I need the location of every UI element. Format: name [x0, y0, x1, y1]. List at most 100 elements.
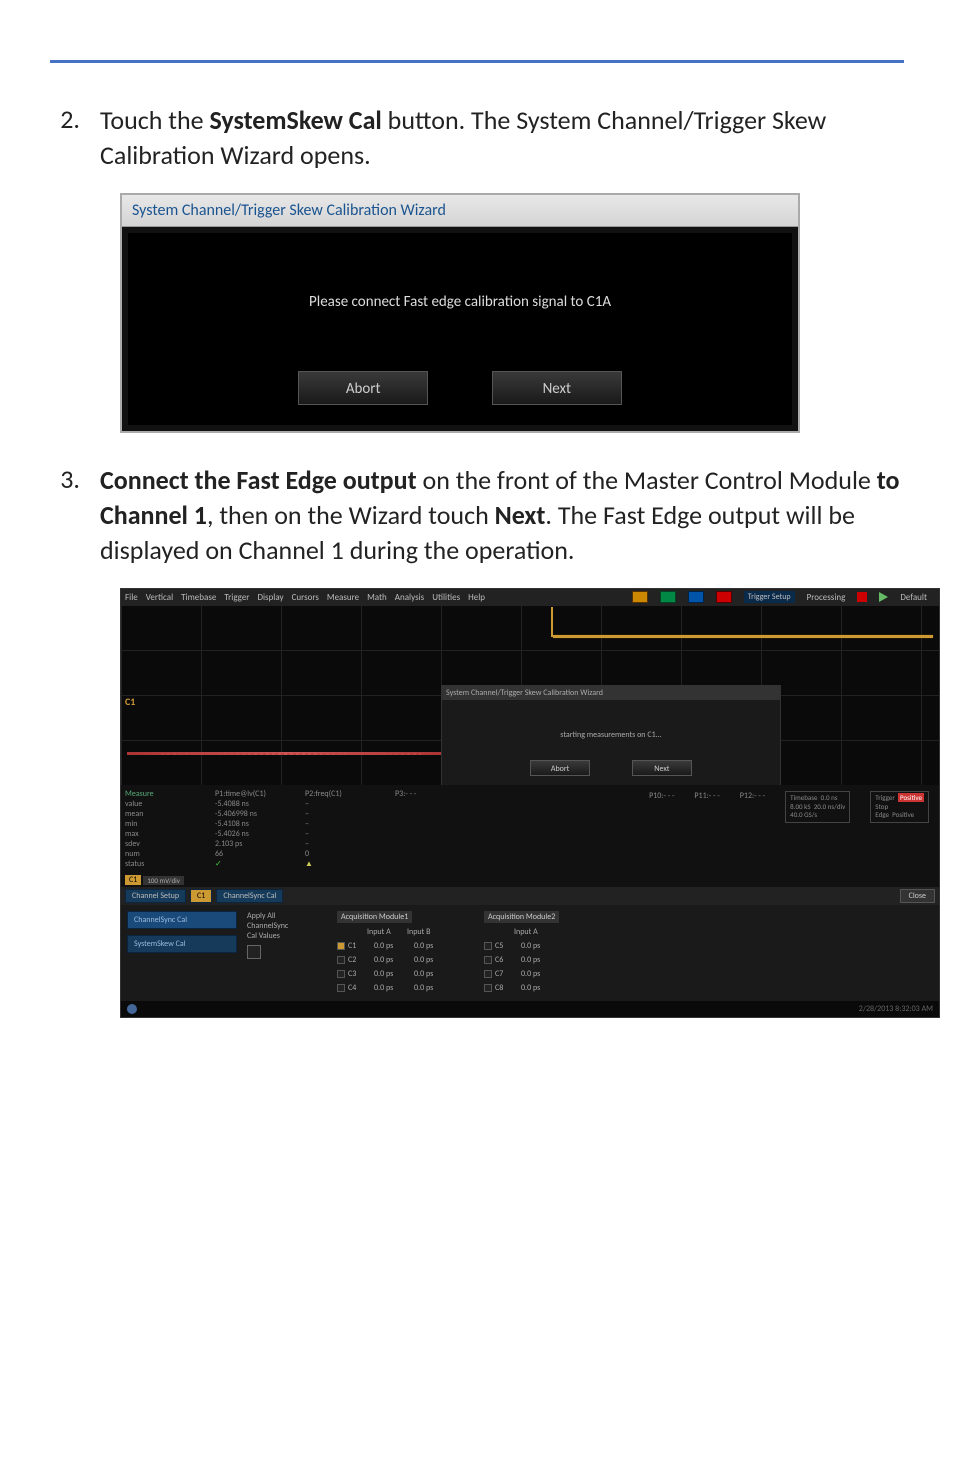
meas-row-max: max [125, 829, 215, 839]
oscilloscope-app: File Vertical Timebase Trigger Display C… [120, 588, 940, 1018]
tab-channel-setup[interactable]: Channel Setup [125, 889, 186, 903]
c6-checkbox[interactable] [484, 956, 492, 964]
menu-timebase[interactable]: Timebase [181, 592, 216, 603]
menu-math[interactable]: Math [367, 592, 387, 603]
measure-header: Measure [125, 789, 161, 799]
c7-checkbox[interactable] [484, 970, 492, 978]
meas-row-min: min [125, 819, 215, 829]
c3-label: C3 [348, 969, 374, 979]
meas-row-status: status [125, 859, 215, 869]
p1-min: -5.4108 ns [215, 819, 305, 829]
c4-valB: 0.0 ps [414, 983, 454, 993]
step-2-text: Touch the SystemSkew Cal button. The Sys… [100, 103, 904, 173]
default-label: Default [900, 592, 927, 603]
toolbar-ch-red-icon[interactable] [716, 591, 732, 603]
systemskew-cal-button[interactable]: SystemSkew Cal [127, 935, 237, 953]
p1-mean: -5.406998 ns [215, 809, 305, 819]
menu-cursors[interactable]: Cursors [292, 592, 319, 603]
abort-button[interactable]: Abort [298, 371, 428, 405]
trigger-edge: Edge [875, 810, 889, 819]
waveform-grid[interactable]: C1 System Channel/Trigger Skew Calibrati… [121, 605, 939, 785]
p1-status-icon: ✓ [215, 859, 305, 869]
c1-label: C1 [348, 941, 374, 951]
toolbar-ch-blue-icon[interactable] [688, 591, 704, 603]
c7-valA: 0.0 ps [521, 969, 561, 979]
close-button[interactable]: Close [900, 889, 935, 903]
step-3-number: 3. [50, 463, 100, 568]
p2-min: – [305, 819, 395, 829]
tab-c1[interactable]: C1 [190, 889, 212, 903]
next-button[interactable]: Next [492, 371, 622, 405]
acq-inputA-2: Input A [514, 927, 554, 937]
p12-header: P12:- - - [740, 791, 765, 801]
menu-measure[interactable]: Measure [327, 592, 359, 603]
menubar: File Vertical Timebase Trigger Display C… [121, 589, 939, 605]
play-icon[interactable] [879, 592, 888, 602]
apply-label-1: Apply All [247, 911, 327, 921]
menu-utilities[interactable]: Utilities [432, 592, 460, 603]
c3-checkbox[interactable] [337, 970, 345, 978]
c4-checkbox[interactable] [337, 984, 345, 992]
timebase-rate: 40.0 GS/s [790, 810, 817, 819]
acq-inputB-1: Input B [407, 927, 447, 937]
c1-checkbox[interactable] [337, 942, 345, 950]
toolbar-ch-yellow-icon[interactable] [632, 591, 648, 603]
stop-icon[interactable] [857, 592, 867, 602]
timebase-status[interactable]: Timebase 0.0 ns 8.00 kS 20.0 ns/div 40.0… [785, 791, 850, 822]
apply-all-checkbox[interactable] [247, 945, 261, 959]
c5-valA: 0.0 ps [521, 941, 561, 951]
c2-checkbox[interactable] [337, 956, 345, 964]
menu-file[interactable]: File [125, 592, 138, 603]
p3-header: P3:- - - [395, 789, 485, 799]
menu-analysis[interactable]: Analysis [395, 592, 424, 603]
c8-checkbox[interactable] [484, 984, 492, 992]
c5-checkbox[interactable] [484, 942, 492, 950]
step2-bold: SystemSkew Cal [209, 104, 381, 136]
c3-valA: 0.0 ps [374, 969, 414, 979]
waveform-trace-dash [161, 753, 421, 755]
p1-header: P1:time@lv(C1) [215, 789, 305, 799]
p10-header: P10:- - - [649, 791, 674, 801]
step3-mid2: , then on the Wizard touch [207, 499, 495, 531]
menu-help[interactable]: Help [468, 592, 485, 603]
step3-mid1: on the front of the Master Control Modul… [417, 464, 877, 496]
channel-c1-badge[interactable]: C1 [125, 875, 141, 885]
bottom-panel: ChannelSync Cal SystemSkew Cal Apply All… [121, 905, 939, 1001]
c6-label: C6 [495, 955, 521, 965]
menu-display[interactable]: Display [257, 592, 283, 603]
tab-channelsync-cal[interactable]: ChannelSync Cal [216, 889, 283, 903]
channelsync-cal-button[interactable]: ChannelSync Cal [127, 911, 237, 929]
meas-row-sdev: sdev [125, 839, 215, 849]
p2-status-icon: ▲ [305, 859, 395, 869]
c8-valA: 0.0 ps [521, 983, 561, 993]
p11-header: P11:- - - [694, 791, 719, 801]
p2-value: – [305, 799, 395, 809]
p1-value: -5.4088 ns [215, 799, 305, 809]
c1-valA: 0.0 ps [374, 941, 414, 951]
meas-row-mean: mean [125, 809, 215, 819]
toolbar-ch-green-icon[interactable] [660, 591, 676, 603]
waveform-trace-high [553, 635, 933, 638]
p2-mean: – [305, 809, 395, 819]
menu-vertical[interactable]: Vertical [146, 592, 173, 603]
apply-label-2: ChannelSync [247, 921, 327, 931]
trigger-status[interactable]: Trigger Positive Stop Edge Positive [870, 791, 929, 822]
c4-valA: 0.0 ps [374, 983, 414, 993]
inner-wizard-message: starting measurements on C1... [442, 730, 780, 740]
info-icon [127, 1004, 137, 1014]
measurement-strip: Measure value mean min max sdev num stat… [121, 785, 939, 873]
step2-prefix: Touch the [100, 104, 209, 136]
p2-max: – [305, 829, 395, 839]
p2-sdev: – [305, 839, 395, 849]
meas-row-num: num [125, 849, 215, 859]
step3-bold1: Connect the Fast Edge output [100, 464, 417, 496]
processing-label: Processing [807, 592, 846, 603]
menu-trigger[interactable]: Trigger [224, 592, 249, 603]
inner-next-button[interactable]: Next [632, 760, 692, 776]
wizard-title: System Channel/Trigger Skew Calibration … [122, 195, 798, 227]
inner-abort-button[interactable]: Abort [530, 760, 590, 776]
c2-valA: 0.0 ps [374, 955, 414, 965]
inner-wizard-dialog: System Channel/Trigger Skew Calibration … [441, 685, 781, 785]
status-time: 2/28/2013 8:32:03 AM [859, 1004, 933, 1014]
trigger-setup-button[interactable]: Trigger Setup [744, 591, 795, 603]
